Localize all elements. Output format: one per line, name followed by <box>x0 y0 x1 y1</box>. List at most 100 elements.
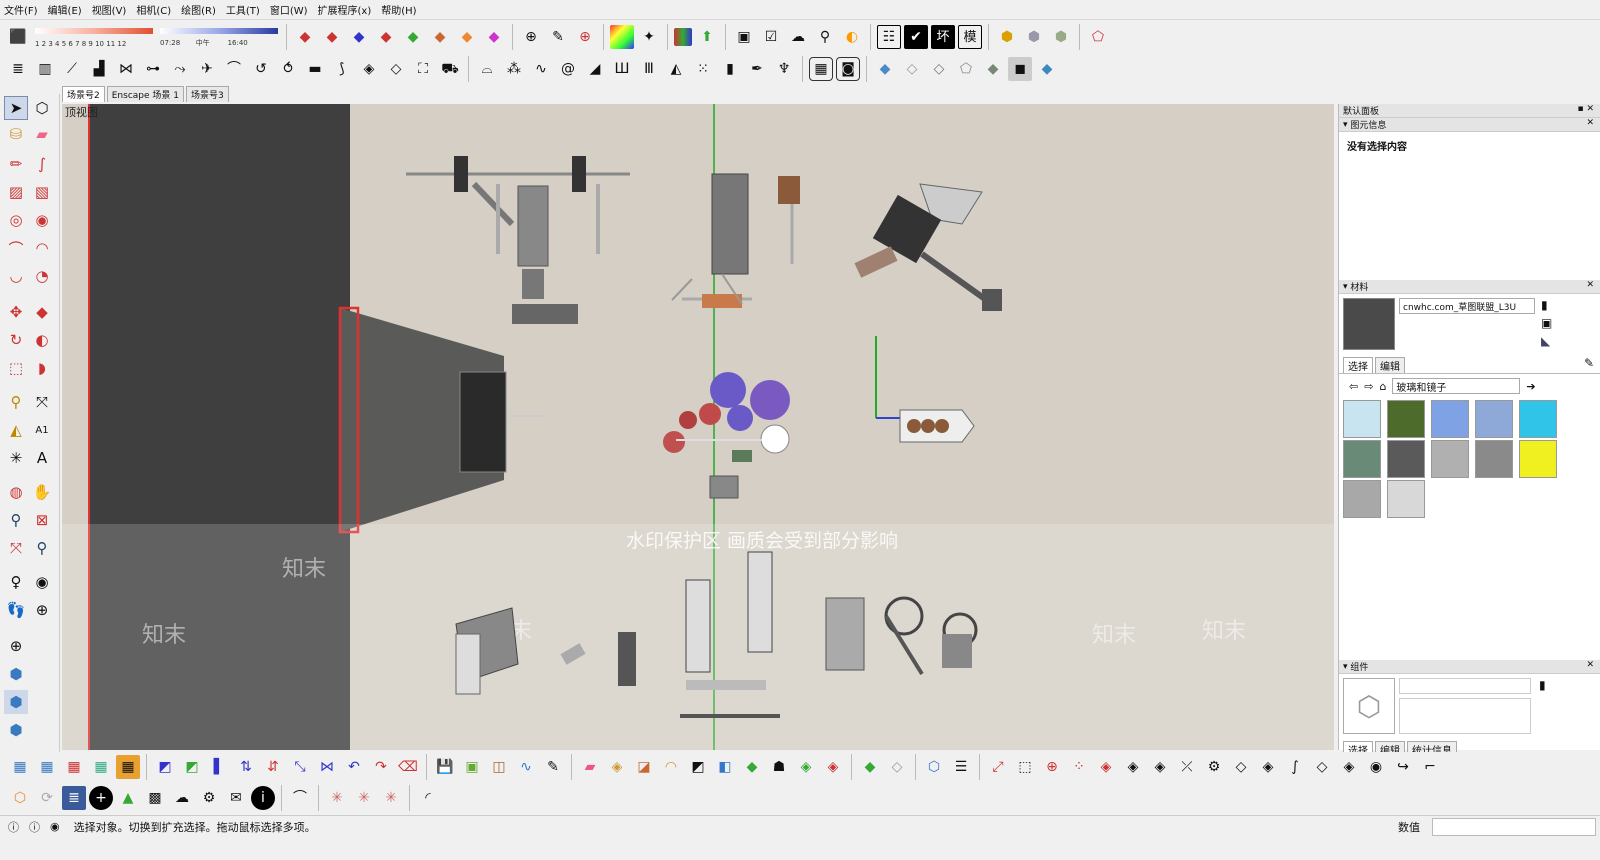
eyedropper-icon[interactable]: ✎ <box>1584 356 1594 370</box>
zoom-extents-icon[interactable]: ⤧ <box>4 536 28 560</box>
status-info-icon[interactable]: ⓘ <box>29 819 40 835</box>
bt-tool-16-icon[interactable]: 💾 <box>433 755 457 779</box>
bt2-info-icon[interactable]: i <box>251 786 275 810</box>
materials-close-icon[interactable]: ✕ <box>1586 280 1594 290</box>
tool-24-icon[interactable]: Ⅲ <box>637 57 661 81</box>
bt-tool-18-icon[interactable]: ◫ <box>487 755 511 779</box>
style-2-icon[interactable]: ◇ <box>900 57 924 81</box>
previous-view-icon[interactable]: ⚲ <box>30 536 54 560</box>
bt-tool-43-icon[interactable]: ⚙ <box>1202 755 1226 779</box>
tool-13-icon[interactable]: ⟆ <box>330 57 354 81</box>
circle-icon[interactable]: ◎ <box>4 208 28 232</box>
view-iso-icon[interactable]: ⬢ <box>4 662 28 686</box>
component-description-field[interactable] <box>1399 698 1531 734</box>
cloud-upload-icon[interactable]: ☁ <box>786 25 810 49</box>
style-1-icon[interactable]: ◆ <box>873 57 897 81</box>
push-blue-icon[interactable]: ◆ <box>347 25 371 49</box>
collection-select[interactable]: 玻璃和镜子 <box>1392 378 1521 394</box>
bt-tool-30-icon[interactable]: ◈ <box>821 755 845 779</box>
arc-3pt-icon[interactable]: ◡ <box>4 264 28 288</box>
tool-9-icon[interactable]: ⌒ <box>222 57 246 81</box>
menu-file[interactable]: 文件(F) <box>4 2 38 17</box>
tool-17-icon[interactable]: ⛟ <box>438 57 462 81</box>
cube-white-icon[interactable]: ⬢ <box>1022 25 1046 49</box>
mo-icon[interactable]: 模 <box>958 25 982 49</box>
menu-help[interactable]: 帮助(H) <box>381 2 416 17</box>
bt-tool-17-icon[interactable]: ▣ <box>460 755 484 779</box>
bt-tool-24-icon[interactable]: ◠ <box>659 755 683 779</box>
push-pull-tool-icon[interactable]: ◆ <box>30 300 54 324</box>
scale-icon[interactable]: ⬚ <box>4 356 28 380</box>
style-5-icon[interactable]: ◆ <box>981 57 1005 81</box>
offset-icon[interactable]: ◗ <box>30 356 54 380</box>
push-green-icon[interactable]: ◆ <box>401 25 425 49</box>
polygon-icon[interactable]: ◉ <box>30 208 54 232</box>
material-preview-swatch[interactable] <box>1343 298 1395 350</box>
bt-tool-11-icon[interactable]: ⤡ <box>288 755 312 779</box>
pan-hand-icon[interactable]: ✋ <box>30 480 54 504</box>
push-magenta-icon[interactable]: ◆ <box>482 25 506 49</box>
bt-tool-26-icon[interactable]: ◧ <box>713 755 737 779</box>
view-front-icon[interactable]: ⬢ <box>4 718 28 742</box>
components-header[interactable]: ▾ 组件 ✕ <box>1339 660 1600 674</box>
details-arrow-icon[interactable]: ➔ <box>1526 380 1535 393</box>
arc-tool-icon[interactable]: ⌒ <box>4 236 28 260</box>
material-swatch[interactable] <box>1475 400 1513 438</box>
push-orange-icon[interactable]: ◆ <box>428 25 452 49</box>
arc-2pt-icon[interactable]: ◠ <box>30 236 54 260</box>
pie-icon[interactable]: ◔ <box>30 264 54 288</box>
nav-forward-icon[interactable]: ⇨ <box>1364 380 1373 393</box>
bt2-settings-icon[interactable]: ⚙ <box>197 786 221 810</box>
bt2-tool-1-icon[interactable]: ⬡ <box>8 786 32 810</box>
bt-tool-10-icon[interactable]: ⇵ <box>261 755 285 779</box>
bt2-tool-3-icon[interactable]: ≣ <box>62 786 86 810</box>
shape-red-icon[interactable]: ⬠ <box>1086 25 1110 49</box>
push-red-icon[interactable]: ◆ <box>374 25 398 49</box>
table-icon[interactable]: ☷ <box>877 25 901 49</box>
check-box-icon[interactable]: ☑ <box>759 25 783 49</box>
menu-extensions[interactable]: 扩展程序(x) <box>318 2 372 17</box>
palette-icon[interactable] <box>674 28 692 46</box>
tool-28-icon[interactable]: ✒ <box>745 57 769 81</box>
nav-back-icon[interactable]: ⇦ <box>1349 380 1358 393</box>
menu-draw[interactable]: 绘图(R) <box>181 2 216 17</box>
bt-tool-35-icon[interactable]: ⤢ <box>986 755 1010 779</box>
bt-tool-51-icon[interactable]: ⌐ <box>1418 755 1442 779</box>
bt-tool-34-icon[interactable]: ☰ <box>949 755 973 779</box>
color-grid-icon[interactable] <box>610 25 634 49</box>
axes-icon[interactable]: ✳ <box>4 446 28 470</box>
bt2-refresh-icon[interactable]: ⟳ <box>35 786 59 810</box>
material-create-icon[interactable]: ▮ <box>1541 298 1548 312</box>
tab-scene-3[interactable]: 场景号3 <box>185 86 229 102</box>
target-red-icon[interactable]: ⊕ <box>573 25 597 49</box>
style-7-icon[interactable]: ◆ <box>1035 57 1059 81</box>
push-orange2-icon[interactable]: ◆ <box>455 25 479 49</box>
zoom-icon[interactable]: ⚲ <box>4 508 28 532</box>
wand-icon[interactable]: ✦ <box>637 25 661 49</box>
tool-23-icon[interactable]: Ш <box>610 57 634 81</box>
follow-me-icon[interactable]: ◐ <box>30 328 54 352</box>
bt-tool-28-icon[interactable]: ☗ <box>767 755 791 779</box>
push-pull-icon[interactable]: ◆ <box>293 25 317 49</box>
bt-tool-32-icon[interactable]: ◇ <box>885 755 909 779</box>
bt-tool-19-icon[interactable]: ∿ <box>514 755 538 779</box>
eraser-pink-icon[interactable]: ▰ <box>30 122 54 146</box>
component-name-field[interactable] <box>1399 678 1531 694</box>
grid-dots-icon[interactable]: ⁙ <box>691 57 715 81</box>
material-swatch[interactable] <box>1343 480 1381 518</box>
bt-tool-13-icon[interactable]: ↶ <box>342 755 366 779</box>
bt2-net-1-icon[interactable]: ✳ <box>325 786 349 810</box>
wave-icon[interactable]: ∿ <box>529 57 553 81</box>
bt-tool-15-icon[interactable]: ⌫ <box>396 755 420 779</box>
push-up-icon[interactable]: ◆ <box>320 25 344 49</box>
tool-15-icon[interactable]: ◇ <box>384 57 408 81</box>
select-arrow-icon[interactable]: ➤ <box>4 96 28 120</box>
cube-green-icon[interactable]: ⬢ <box>1049 25 1073 49</box>
component-details-icon[interactable]: ▮ <box>1539 678 1546 692</box>
bt-tool-22-icon[interactable]: ◈ <box>605 755 629 779</box>
bt-tool-48-icon[interactable]: ◈ <box>1337 755 1361 779</box>
shadow-month-slider[interactable]: 1 2 3 4 5 6 7 8 9 10 11 12 <box>33 24 155 50</box>
bt-tool-49-icon[interactable]: ◉ <box>1364 755 1388 779</box>
bt-tool-6-icon[interactable]: ◩ <box>153 755 177 779</box>
bt-tool-21-icon[interactable]: ▰ <box>578 755 602 779</box>
